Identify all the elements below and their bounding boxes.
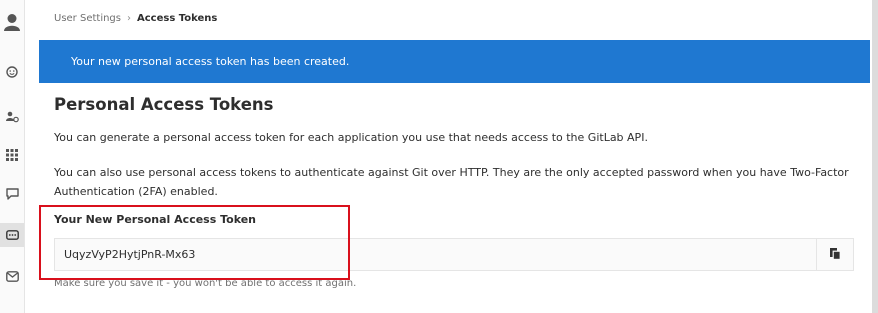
new-token-label: Your New Personal Access Token — [54, 213, 257, 226]
smile-icon[interactable] — [0, 60, 24, 84]
copy-clipboard-icon — [829, 245, 841, 264]
mail-icon[interactable] — [0, 264, 24, 288]
scrollbar-thumb[interactable] — [872, 0, 878, 313]
user-gear-icon[interactable] — [0, 105, 24, 129]
breadcrumb: User Settings › Access Tokens — [54, 0, 217, 36]
flash-message: Your new personal access token has been … — [71, 55, 350, 68]
flash-notice: Your new personal access token has been … — [39, 40, 870, 83]
description-paragraph-2: You can also use personal access tokens … — [54, 166, 849, 198]
description-paragraph-1: You can generate a personal access token… — [54, 131, 648, 144]
scrollbar[interactable] — [872, 0, 878, 313]
left-sidebar — [0, 0, 25, 313]
new-token-input[interactable] — [54, 238, 816, 271]
access-token-icon[interactable] — [0, 223, 24, 247]
breadcrumb-parent-link[interactable]: User Settings — [54, 13, 121, 24]
comment-icon[interactable] — [0, 182, 24, 206]
copy-token-button[interactable] — [816, 238, 854, 271]
breadcrumb-separator: › — [127, 12, 131, 24]
token-save-hint: Make sure you save it - you won't be abl… — [54, 278, 357, 289]
breadcrumb-current[interactable]: Access Tokens — [137, 13, 217, 24]
user-icon[interactable] — [0, 10, 24, 34]
page-title: Personal Access Tokens — [54, 95, 274, 114]
grid-apps-icon[interactable] — [0, 143, 24, 167]
